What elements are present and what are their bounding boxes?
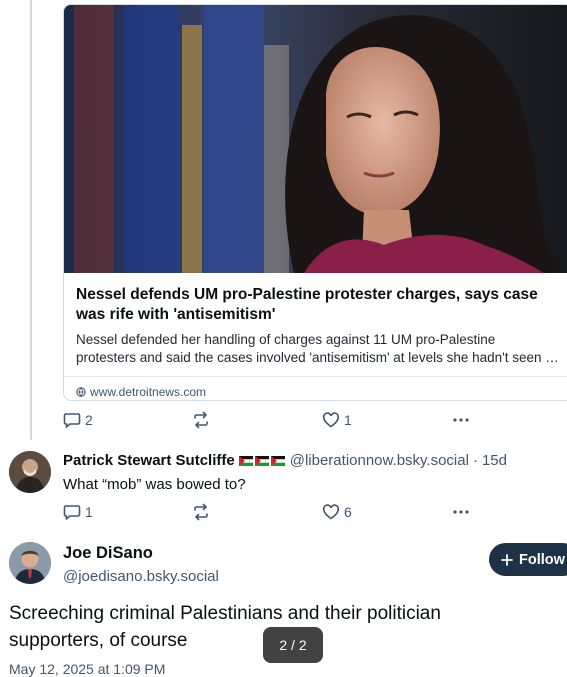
palestine-flags <box>238 455 285 466</box>
reply-button[interactable]: 2 <box>63 410 93 430</box>
ellipsis-icon <box>453 418 469 422</box>
palestine-flag-icon <box>270 455 285 466</box>
link-preview-card[interactable]: Nessel defends UM pro-Palestine proteste… <box>63 4 567 401</box>
reply-author-line: Patrick Stewart Sutcliffe @liberationnow… <box>63 452 507 469</box>
main-author-handle[interactable]: @joedisano.bsky.social <box>63 568 219 585</box>
speech-bubble-icon <box>63 413 81 429</box>
avatar[interactable] <box>9 542 51 584</box>
like-button[interactable]: 6 <box>322 502 352 522</box>
ellipsis-icon <box>453 510 469 514</box>
photo-of-woman-at-hearing <box>64 5 567 273</box>
reply-button[interactable]: 1 <box>63 502 93 522</box>
link-description-line-2: protesters and said the cases involved '… <box>76 350 560 365</box>
reply-author-name[interactable]: Patrick Stewart Sutcliffe <box>63 452 235 469</box>
plus-icon <box>501 553 513 566</box>
dot-separator: · <box>472 452 478 469</box>
thread-connector-line <box>30 0 32 440</box>
avatar-photo <box>9 451 51 493</box>
like-button[interactable]: 1 <box>322 410 352 430</box>
reply-timestamp[interactable]: 15d <box>482 452 507 469</box>
heart-icon <box>322 412 340 428</box>
main-author-name[interactable]: Joe DiSano <box>63 544 153 563</box>
link-preview-image[interactable] <box>64 5 567 273</box>
reply-count: 2 <box>85 412 93 428</box>
follow-button[interactable]: Follow <box>489 543 567 576</box>
main-post-date[interactable]: May 12, 2025 at 1:09 PM <box>9 661 165 677</box>
like-count: 1 <box>344 412 352 428</box>
speech-bubble-icon <box>63 505 81 521</box>
more-options-button[interactable] <box>452 410 470 430</box>
reply-author-handle[interactable]: @liberationnow.bsky.social <box>290 452 469 469</box>
avatar-photo <box>9 542 51 584</box>
globe-icon <box>76 387 86 397</box>
like-count: 6 <box>344 504 352 520</box>
avatar[interactable] <box>9 451 51 493</box>
link-domain: www.detroitnews.com <box>76 377 560 399</box>
link-domain-text: www.detroitnews.com <box>90 385 207 399</box>
follow-label: Follow <box>519 551 565 568</box>
link-description-line-1: Nessel defended her handling of charges … <box>76 332 496 347</box>
link-title[interactable]: Nessel defends UM pro-Palestine proteste… <box>76 285 560 325</box>
reply-count: 1 <box>85 504 93 520</box>
repost-button[interactable] <box>192 410 210 430</box>
image-pager-indicator: 2 / 2 <box>263 627 323 663</box>
palestine-flag-icon <box>238 455 253 466</box>
repost-icon <box>194 411 208 429</box>
reply-post-text: What “mob” was bowed to? <box>63 476 246 493</box>
repost-button[interactable] <box>192 502 210 522</box>
repost-icon <box>194 503 208 521</box>
palestine-flag-icon <box>254 455 269 466</box>
heart-icon <box>322 504 340 520</box>
more-options-button[interactable] <box>452 502 470 522</box>
